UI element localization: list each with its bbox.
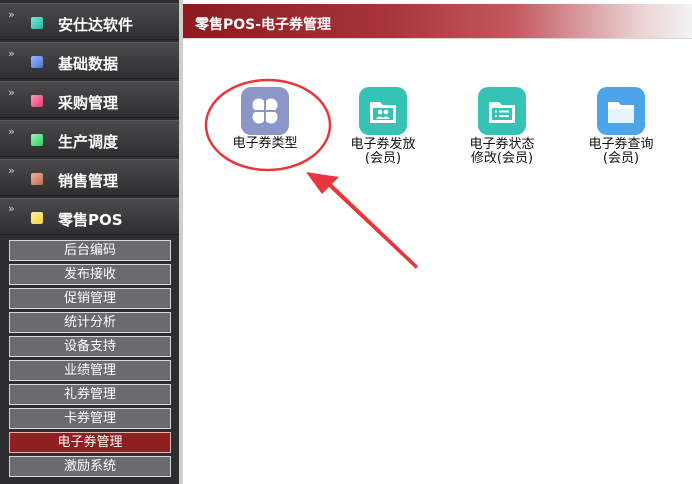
arrow-icon bbox=[306, 172, 418, 269]
annotation-overlay bbox=[204, 78, 418, 269]
highlight-circle bbox=[204, 78, 332, 172]
